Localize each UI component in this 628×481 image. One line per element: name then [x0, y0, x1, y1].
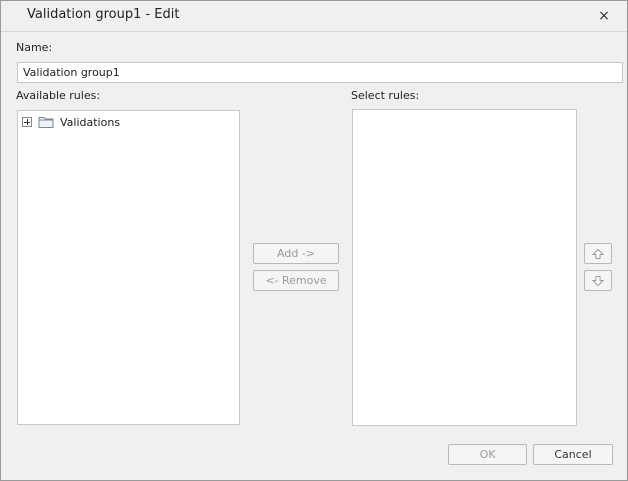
- arrow-down-icon: [592, 275, 604, 286]
- move-down-button[interactable]: [584, 270, 612, 291]
- folder-icon: [38, 117, 54, 128]
- cancel-button[interactable]: Cancel: [533, 444, 613, 465]
- close-button[interactable]: ×: [595, 7, 613, 25]
- ok-button[interactable]: OK: [448, 444, 527, 465]
- close-icon: ×: [598, 8, 610, 24]
- remove-button[interactable]: <- Remove: [253, 270, 339, 291]
- title-bar: Validation group1 - Edit ×: [1, 1, 627, 32]
- available-rules-label: Available rules:: [16, 89, 101, 102]
- selected-rules-list[interactable]: [352, 109, 577, 426]
- edit-dialog: Validation group1 - Edit × Name: Availab…: [0, 0, 628, 481]
- dialog-title: Validation group1 - Edit: [27, 7, 180, 22]
- tree-node-label: Validations: [60, 115, 121, 129]
- add-button[interactable]: Add ->: [253, 243, 339, 264]
- expand-plus-icon[interactable]: [22, 117, 32, 127]
- available-rules-tree[interactable]: Validations: [17, 110, 240, 425]
- move-up-button[interactable]: [584, 243, 612, 264]
- select-rules-label: Select rules:: [351, 89, 420, 102]
- name-input[interactable]: [17, 62, 623, 83]
- arrow-up-icon: [592, 248, 604, 259]
- tree-node-validations[interactable]: Validations: [22, 114, 120, 130]
- name-label: Name:: [16, 41, 53, 54]
